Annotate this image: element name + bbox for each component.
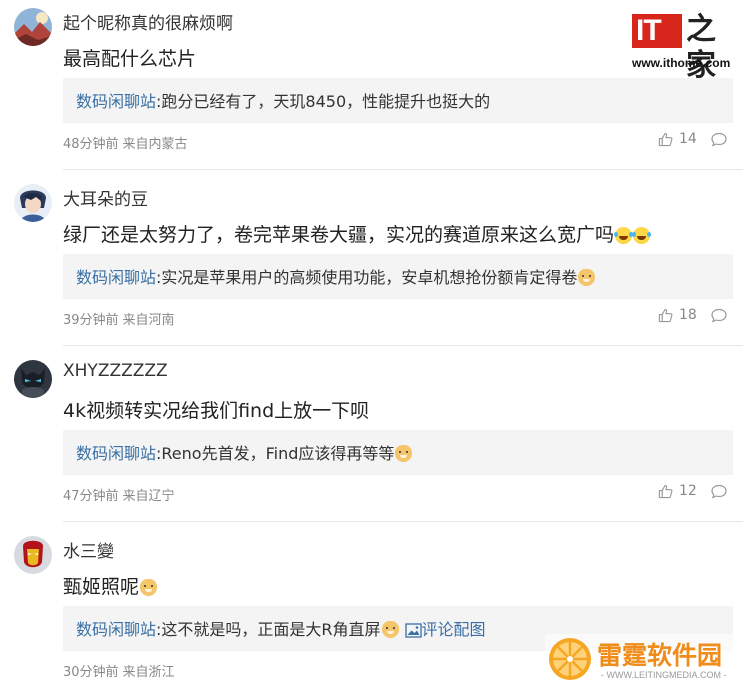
- landscape-avatar[interactable]: [14, 8, 52, 46]
- ithome-logo: IT 之家 www.ithome.com: [632, 12, 732, 83]
- comment-time: 48分钟前: [63, 137, 119, 152]
- comment-text-body: 绿厂还是太努力了，卷完苹果卷大疆，实况的赛道原来这么宽广吗: [63, 224, 615, 246]
- reply-text: :这不就是吗，正面是大R角直屏: [156, 620, 381, 639]
- comment-meta: 48分钟前 来自内蒙古: [63, 133, 188, 152]
- like-button[interactable]: 18: [658, 307, 697, 323]
- ironman-avatar[interactable]: [14, 536, 52, 574]
- reply-username[interactable]: 数码闲聊站: [76, 444, 156, 463]
- comment-location: 来自内蒙古: [122, 137, 188, 152]
- ithome-logo-mark: IT: [632, 14, 682, 48]
- doge-emoji-icon: [578, 269, 596, 286]
- comment-time: 39分钟前: [63, 313, 119, 328]
- anime-character-avatar[interactable]: [14, 184, 52, 222]
- reply-username[interactable]: 数码闲聊站: [76, 268, 156, 287]
- comment-username[interactable]: 起个昵称真的很麻烦啊: [63, 9, 233, 34]
- thumbs-up-icon: [658, 308, 673, 322]
- reply-text: :跑分已经有了，天玑8450，性能提升也挺大的: [156, 92, 491, 111]
- doge-emoji-icon: [140, 579, 158, 596]
- comment-meta: 30分钟前 来自浙江: [63, 661, 175, 680]
- like-button[interactable]: 14: [658, 131, 697, 147]
- reply-username[interactable]: 数码闲聊站: [76, 620, 156, 639]
- reply-box: 数码闲聊站:跑分已经有了，天玑8450，性能提升也挺大的: [63, 78, 733, 123]
- reply-button[interactable]: [711, 484, 727, 499]
- comment-location: 来自浙江: [122, 665, 175, 680]
- laugh-cry-emoji-icon: [614, 227, 633, 244]
- reply-box: 数码闲聊站:实况是苹果用户的高频使用功能，安卓机想抢份额肯定得卷: [63, 254, 733, 299]
- comment-username[interactable]: 大耳朵的豆: [63, 185, 148, 210]
- like-count: 14: [679, 131, 697, 147]
- doge-emoji-icon: [395, 445, 413, 462]
- leiting-watermark: 雷霆软件园 - WWW.LEITINGMEDIA.COM -: [545, 634, 743, 686]
- reply-username[interactable]: 数码闲聊站: [76, 92, 156, 111]
- thumbs-up-icon: [658, 484, 673, 498]
- like-count: 18: [679, 307, 697, 323]
- comment-meta: 39分钟前 来自河南: [63, 309, 175, 328]
- doge-emoji-icon: [381, 621, 399, 638]
- like-count: 12: [679, 483, 697, 499]
- watermark-title: 雷霆软件园: [597, 641, 723, 670]
- reply-text: :Reno先首发，Find应该得再等等: [156, 444, 395, 463]
- reply-button[interactable]: [711, 308, 727, 323]
- comment-text: 最高配什么芯片: [63, 48, 197, 70]
- comment-divider: [63, 169, 743, 170]
- comment-divider: [63, 345, 743, 346]
- image-icon: [404, 623, 422, 638]
- comment-bubble-icon: [711, 484, 727, 499]
- reply-text: :实况是苹果用户的高频使用功能，安卓机想抢份额肯定得卷: [156, 268, 578, 287]
- comment-text-body: 甄姬照呢: [63, 576, 140, 598]
- reply-button[interactable]: [711, 132, 727, 147]
- ithome-logo-name: 之家: [686, 12, 716, 83]
- comment-bubble-icon: [711, 308, 727, 323]
- comment-divider: [63, 521, 743, 522]
- comment-image-link[interactable]: 评论配图: [404, 620, 486, 639]
- comment-time: 47分钟前: [63, 489, 119, 504]
- watermark-url: - WWW.LEITINGMEDIA.COM -: [601, 670, 727, 680]
- orange-slice-icon: [549, 638, 591, 680]
- comment-time: 30分钟前: [63, 665, 119, 680]
- batman-avatar[interactable]: [14, 360, 52, 398]
- comment-text: 甄姬照呢: [63, 572, 158, 599]
- ithome-logo-url: www.ithome.com: [632, 56, 731, 70]
- reply-box: 数码闲聊站:Reno先首发，Find应该得再等等: [63, 430, 733, 475]
- comment-location: 来自河南: [122, 313, 175, 328]
- comment-text: 绿厂还是太努力了，卷完苹果卷大疆，实况的赛道原来这么宽广吗: [63, 220, 651, 247]
- comment-location: 来自辽宁: [122, 489, 175, 504]
- comment-username[interactable]: XHYZZZZZZ: [63, 361, 168, 381]
- like-button[interactable]: 12: [658, 483, 697, 499]
- comment-bubble-icon: [711, 132, 727, 147]
- thumbs-up-icon: [658, 132, 673, 146]
- comment-image-link-label: 评论配图: [421, 620, 486, 639]
- comment-meta: 47分钟前 来自辽宁: [63, 485, 175, 504]
- comment-text: 4k视频转实况给我们find上放一下呗: [63, 400, 370, 422]
- comment-username[interactable]: 水三變: [63, 537, 114, 562]
- laugh-cry-emoji-icon: [632, 227, 651, 244]
